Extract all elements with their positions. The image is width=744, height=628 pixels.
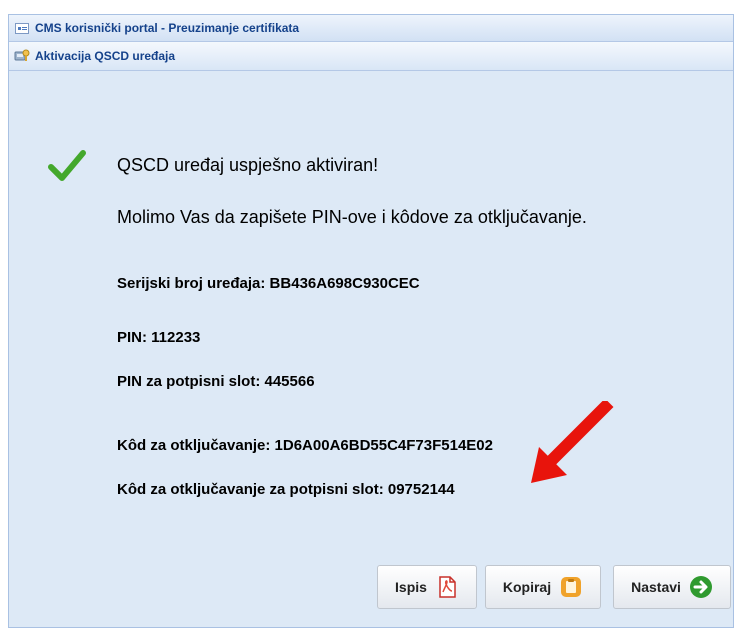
panel-header: Aktivacija QSCD uređaja <box>9 42 733 71</box>
red-arrow-annotation <box>531 401 614 483</box>
print-button-label: Ispis <box>395 579 427 595</box>
panel-title: Aktivacija QSCD uređaja <box>35 49 176 63</box>
copy-button-label: Kopiraj <box>502 579 552 595</box>
unlock-code: Kôd za otključavanje: 1D6A00A6BD55C4F73F… <box>117 437 493 454</box>
pin-signing-slot: PIN za potpisni slot: 445566 <box>117 373 315 390</box>
pdf-icon <box>439 576 456 598</box>
arrow-right-icon <box>689 576 712 598</box>
pin: PIN: 112233 <box>117 329 201 346</box>
dialog-window: CMS korisnički portal - Preuzimanje cert… <box>8 14 734 628</box>
window-icon <box>15 22 29 34</box>
checkmark-icon <box>48 150 86 181</box>
clipboard-icon <box>561 577 582 597</box>
unlock-code-signing-slot: Kôd za otključavanje za potpisni slot: 0… <box>117 481 455 498</box>
copy-button[interactable]: Kopiraj <box>485 565 601 609</box>
next-button[interactable]: Nastavi <box>613 565 731 609</box>
device-key-icon <box>14 49 30 61</box>
instruction-message: Molimo Vas da zapišete PIN-ove i kôdove … <box>117 207 587 227</box>
success-message: QSCD uređaj uspješno aktiviran! <box>117 155 379 175</box>
print-button[interactable]: Ispis <box>377 565 477 609</box>
next-button-label: Nastavi <box>631 579 681 595</box>
panel-content: QSCD uređaj uspješno aktiviran! Molimo V… <box>9 71 733 627</box>
window-title: CMS korisnički portal - Preuzimanje cert… <box>35 21 300 35</box>
title-bar: CMS korisnički portal - Preuzimanje cert… <box>9 15 733 42</box>
serial-number: Serijski broj uređaja: BB436A698C930CEC <box>117 275 420 292</box>
